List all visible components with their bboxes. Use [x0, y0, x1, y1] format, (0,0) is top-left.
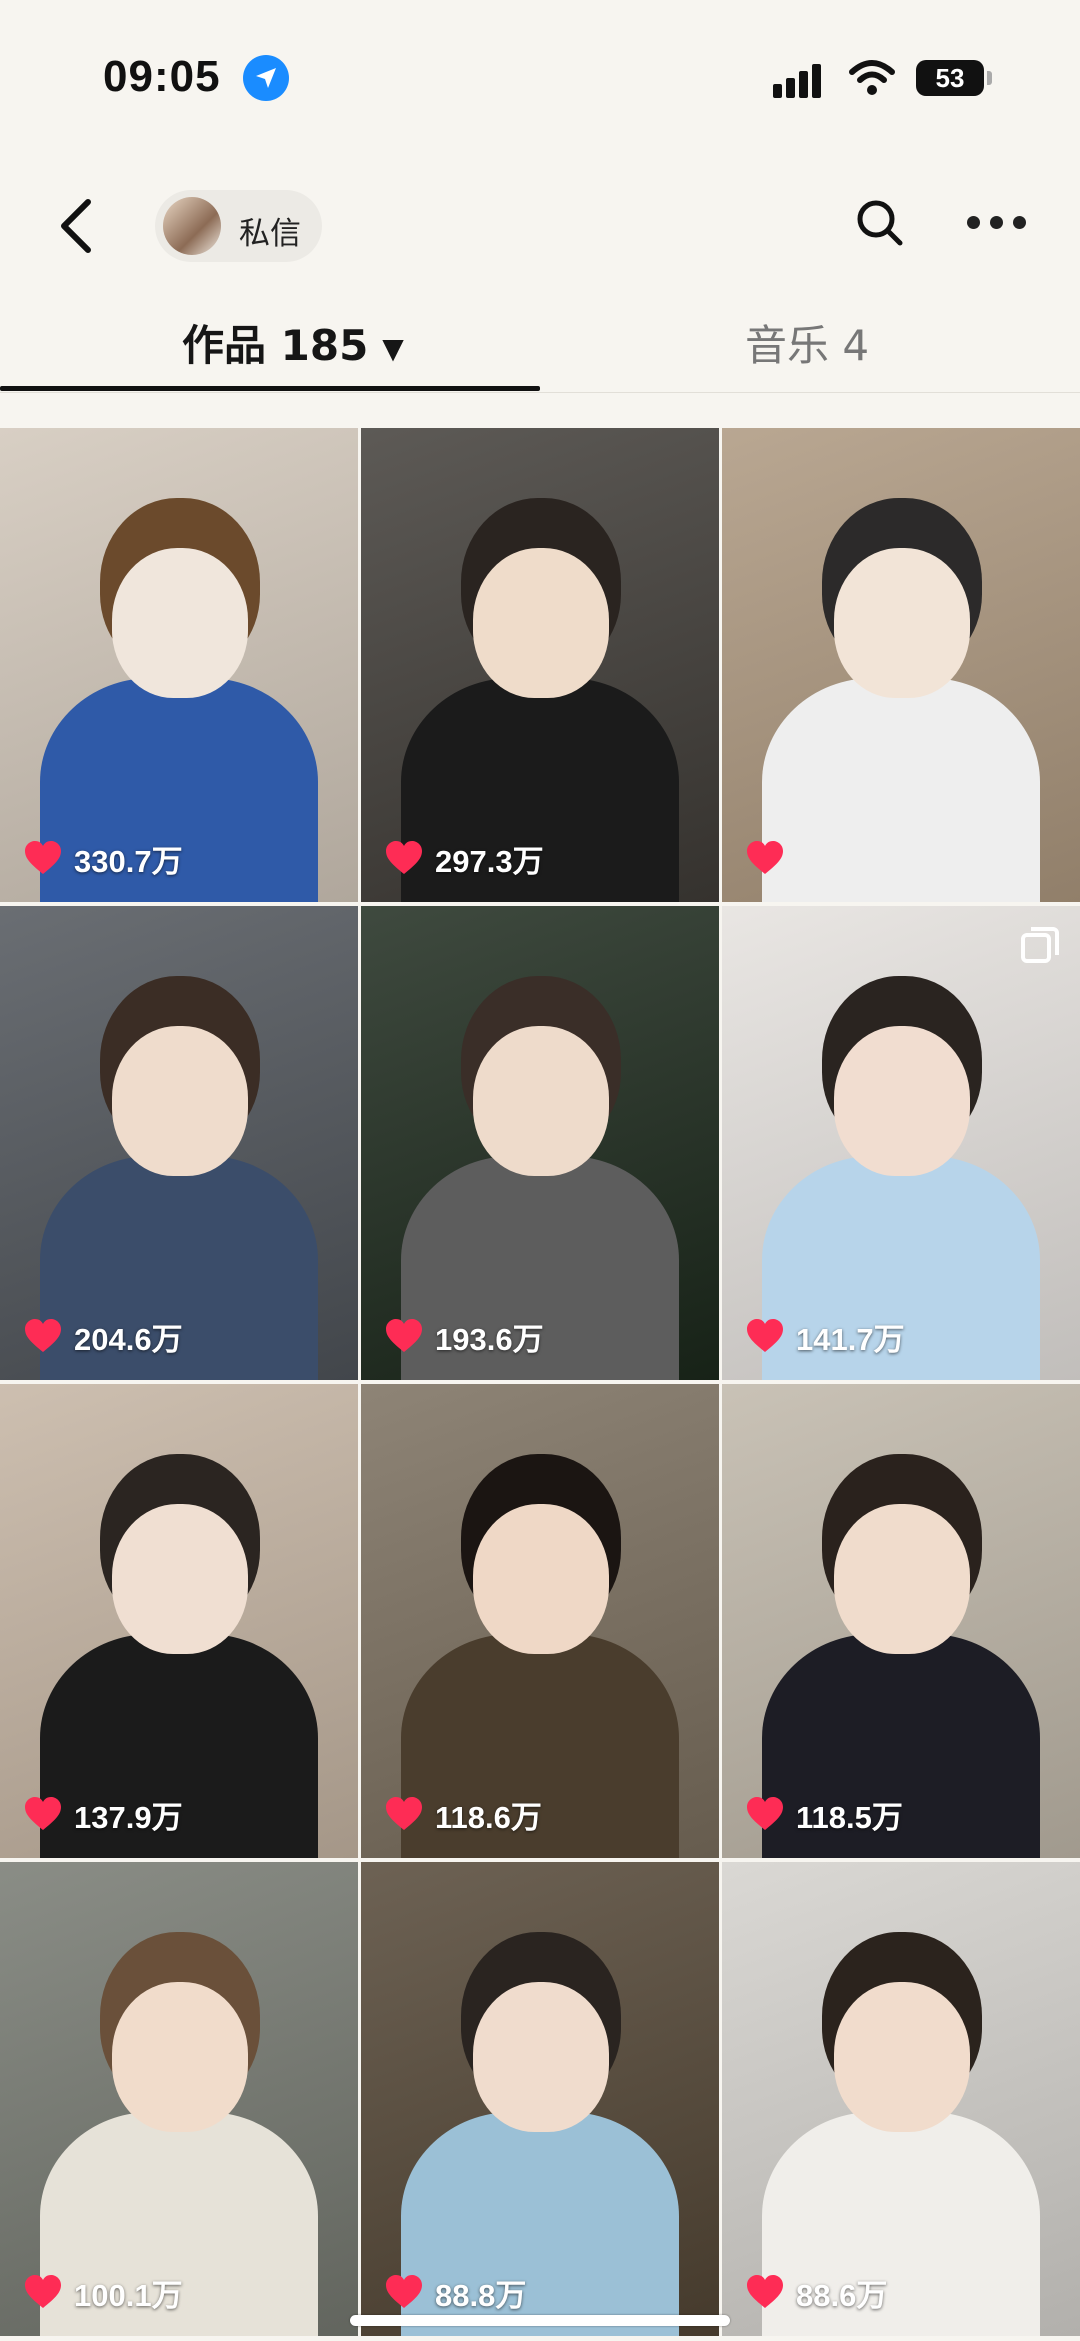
- multi-image-icon: [1021, 927, 1059, 963]
- tab-music[interactable]: 音乐 4: [745, 312, 869, 373]
- heart-icon: [25, 841, 61, 874]
- like-count: 88.8万: [385, 2272, 527, 2313]
- like-count-value: 193.6万: [435, 1321, 544, 1357]
- avatar: [163, 197, 221, 255]
- person-face: [834, 548, 970, 698]
- person-face: [473, 1504, 609, 1654]
- heart-icon: [25, 1797, 61, 1830]
- video-thumbnail[interactable]: 193.6万: [361, 906, 719, 1380]
- like-count: 88.6万: [746, 2272, 888, 2313]
- video-thumbnail[interactable]: 204.6万: [0, 906, 358, 1380]
- heart-icon: [747, 1319, 783, 1352]
- more-icon[interactable]: [967, 216, 1027, 230]
- like-count: 141.7万: [746, 1316, 905, 1357]
- video-thumbnail[interactable]: 88.8万: [361, 1862, 719, 2336]
- status-time: 09:05: [103, 52, 221, 101]
- heart-icon: [25, 2275, 61, 2308]
- active-tab-indicator: [0, 386, 540, 391]
- video-thumbnail[interactable]: 118.5万: [722, 1384, 1080, 1858]
- signal-icon: [773, 60, 831, 98]
- video-thumbnail[interactable]: 118.6万: [361, 1384, 719, 1858]
- video-thumbnail[interactable]: 330.7万: [0, 428, 358, 902]
- heart-icon: [386, 1797, 422, 1830]
- tab-works-label: 作品 185: [182, 321, 369, 370]
- message-button[interactable]: 私信: [155, 190, 322, 262]
- video-thumbnail[interactable]: 297.3万: [361, 428, 719, 902]
- battery-tip: [987, 71, 992, 85]
- video-thumbnail[interactable]: 100.1万: [0, 1862, 358, 2336]
- like-count: 204.6万: [24, 1316, 183, 1357]
- video-thumbnail[interactable]: 137.9万: [0, 1384, 358, 1858]
- heart-icon: [25, 1319, 61, 1352]
- status-bar: 09:05 53: [0, 0, 1080, 160]
- video-thumbnail[interactable]: 88.6万: [722, 1862, 1080, 2336]
- person-face: [834, 1982, 970, 2132]
- battery-icon: 53: [916, 60, 984, 96]
- like-count: 137.9万: [24, 1794, 183, 1835]
- home-indicator: [350, 2315, 730, 2326]
- video-thumbnail[interactable]: [722, 428, 1080, 902]
- like-count-value: 297.3万: [435, 843, 544, 879]
- like-count-value: 88.6万: [796, 2277, 888, 2313]
- tab-divider: [0, 392, 1080, 393]
- heart-icon: [747, 841, 783, 874]
- like-count: 118.5万: [746, 1794, 903, 1835]
- heart-icon: [386, 2275, 422, 2308]
- like-count: 330.7万: [24, 838, 183, 879]
- heart-icon: [386, 841, 422, 874]
- like-count-value: 118.5万: [796, 1799, 903, 1835]
- wifi-icon: [849, 60, 895, 95]
- like-count: 297.3万: [385, 838, 544, 879]
- like-count: 118.6万: [385, 1794, 542, 1835]
- person-face: [112, 1504, 248, 1654]
- person-face: [473, 1982, 609, 2132]
- person-face: [112, 1982, 248, 2132]
- person-face: [834, 1504, 970, 1654]
- like-count-value: 141.7万: [796, 1321, 905, 1357]
- back-arrow-icon[interactable]: [50, 190, 100, 260]
- message-label: 私信: [239, 216, 301, 252]
- person-face: [112, 1026, 248, 1176]
- person-face: [473, 1026, 609, 1176]
- heart-icon: [386, 1319, 422, 1352]
- person-face: [112, 548, 248, 698]
- heart-icon: [747, 1797, 783, 1830]
- like-count-value: 204.6万: [74, 1321, 183, 1357]
- video-thumbnail[interactable]: 141.7万: [722, 906, 1080, 1380]
- search-icon[interactable]: [852, 195, 908, 251]
- caret-down-icon: ▼: [382, 332, 404, 365]
- heart-icon: [747, 2275, 783, 2308]
- person-face: [834, 1026, 970, 1176]
- like-count-value: 330.7万: [74, 843, 183, 879]
- like-count-value: 137.9万: [74, 1799, 183, 1835]
- like-count-value: 118.6万: [435, 1799, 542, 1835]
- like-count: 100.1万: [24, 2272, 183, 2313]
- location-arrow-icon: [243, 55, 289, 101]
- person-figure: [762, 678, 1040, 902]
- tab-works[interactable]: 作品 185 ▼: [182, 312, 404, 373]
- like-count-value: 100.1万: [74, 2277, 183, 2313]
- like-count: [746, 838, 796, 878]
- like-count-value: 88.8万: [435, 2277, 527, 2313]
- like-count: 193.6万: [385, 1316, 544, 1357]
- person-face: [473, 548, 609, 698]
